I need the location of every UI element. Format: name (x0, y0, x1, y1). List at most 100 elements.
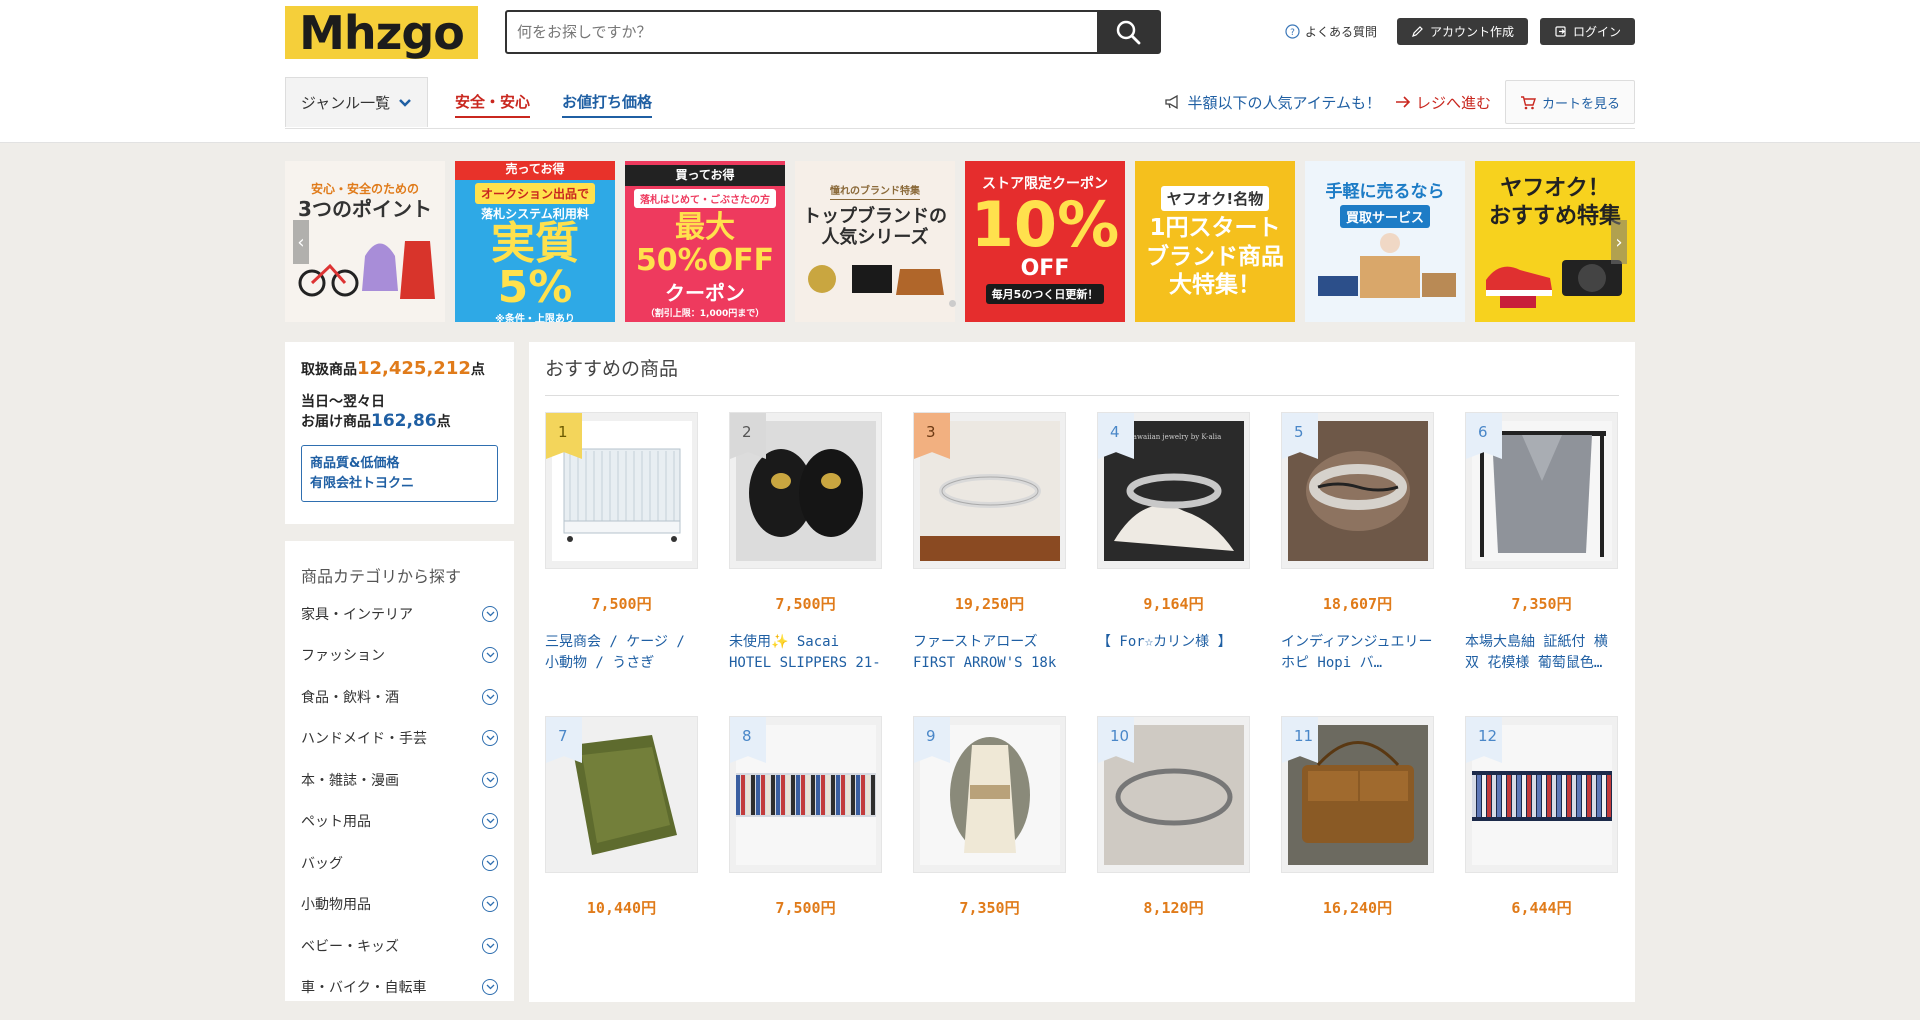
banner-buy-coupon[interactable]: 買ってお得 落札はじめて・ごぶさたの方 最大50%OFF クーポン （割引上限：… (625, 161, 785, 322)
checkout-link[interactable]: レジへ進む (1395, 92, 1491, 113)
product-title-link[interactable]: 未使用✨ Sacai HOTEL SLIPPERS 21-05625 … (729, 632, 882, 674)
company-info-box[interactable]: 商品質&低価格 有限会社トヨクニ (301, 445, 498, 502)
category-item[interactable]: 小動物用品 (301, 884, 498, 926)
view-cart-button[interactable]: カートを見る (1504, 80, 1635, 124)
product-thumbnail[interactable]: 6 (1465, 412, 1618, 569)
svg-text:Hawaiian jewelry by K-alia: Hawaiian jewelry by K-alia (1126, 433, 1221, 441)
product-card[interactable]: 9 7,350円 (913, 716, 1066, 1020)
question-icon: ? (1285, 24, 1300, 39)
banner-text: 毎月5のつく日更新！ (985, 283, 1105, 304)
product-title-link[interactable]: 本場大島紬 証紙付 横双 花模様 葡萄鼠色… (1465, 632, 1618, 674)
nav-discount-link[interactable]: お値打ち価格 (562, 91, 653, 118)
product-thumbnail[interactable]: 10 (1097, 716, 1250, 873)
login-icon (1555, 26, 1566, 37)
faq-label: よくある質問 (1304, 25, 1377, 39)
chevron-down-icon (482, 605, 498, 622)
category-item[interactable]: 食品・飲料・酒 (301, 676, 498, 718)
product-thumbnail[interactable]: 2 (729, 412, 882, 569)
banner-text: 大特集！ (1169, 272, 1261, 299)
cart-icon (1520, 95, 1536, 109)
brand-goods-illustration (808, 264, 944, 295)
banner-top-brands[interactable]: 憧れのブランド特集 トップブランドの 人気シリーズ (795, 161, 955, 322)
product-thumbnail[interactable]: 1 (545, 412, 698, 569)
product-thumbnail[interactable]: 11 (1281, 716, 1434, 873)
search-button[interactable] (1097, 12, 1159, 52)
category-item[interactable]: バッグ (301, 842, 498, 884)
product-card[interactable]: 2 7,500円未使用✨ Sacai HOTEL SLIPPERS 21-0562… (729, 412, 882, 716)
checkout-label: レジへ進む (1415, 93, 1491, 112)
banner-text: 買ってお得 (625, 164, 785, 186)
nav-safe-link[interactable]: 安全・安心 (455, 91, 531, 118)
product-title-link[interactable] (729, 936, 882, 978)
category-item[interactable]: ベビー・キッズ (301, 925, 498, 967)
carousel-prev-arrow[interactable]: ‹ (293, 220, 309, 264)
product-thumbnail[interactable]: 12 (1465, 716, 1618, 873)
product-thumbnail[interactable]: 9 (913, 716, 1066, 873)
product-title-link[interactable] (1097, 936, 1250, 978)
product-card[interactable]: 1 7,500円三晃商会 / ケージ / 小動物 / うさぎ (545, 412, 698, 716)
chevron-down-icon (482, 813, 498, 830)
category-item[interactable]: 家具・インテリア (301, 593, 498, 635)
chevron-down-icon (482, 896, 498, 913)
product-title-link[interactable]: ファーストアローズ FIRST ARROW'S 18k … (913, 632, 1066, 674)
search-input[interactable] (507, 12, 1097, 52)
banner-text: 人気シリーズ (821, 227, 929, 249)
category-item[interactable]: ペット用品 (301, 801, 498, 843)
store-stats-box: 取扱商品12,425,212点 当日〜翌々日 お届け商品162,86点 商品質&… (285, 342, 514, 524)
product-card[interactable]: 7 10,440円 (545, 716, 698, 1020)
pencil-icon (1412, 26, 1423, 37)
product-card[interactable]: 6 7,350円 本場大島紬 証紙付 横双 花模様 葡萄鼠色… (1465, 412, 1618, 716)
genre-list-button[interactable]: ジャンル一覧 (285, 77, 428, 127)
product-card[interactable]: Hawaiian jewelry by K-alia 4 9,164円【 For☆カ… (1097, 412, 1250, 716)
product-thumbnail[interactable]: 5 (1281, 412, 1434, 569)
total-items-count: 12,425,212 (357, 358, 471, 379)
carousel-next-arrow[interactable]: › (1611, 220, 1627, 264)
category-label: 食品・飲料・酒 (301, 689, 399, 706)
nav-right: 半額以下の人気アイテムも！ レジへ進む カートを見る (1164, 80, 1635, 124)
product-price: 7,500円 (591, 595, 652, 613)
category-label: ペット用品 (301, 814, 371, 831)
product-card[interactable]: 3 19,250円ファーストアローズ FIRST ARROW'S 18k … (913, 412, 1066, 716)
logo-text: Mhzgo (299, 5, 465, 60)
product-card[interactable]: 5 18,607円 インディアンジュエリー ホピ Hopi バ… (1281, 412, 1434, 716)
site-logo[interactable]: Mhzgo (285, 5, 478, 60)
svg-text:?: ? (1290, 28, 1295, 38)
create-account-button[interactable]: アカウント作成 (1396, 18, 1528, 45)
product-price: 7,500円 (775, 595, 836, 613)
half-price-promo-link[interactable]: 半額以下の人気アイテムも！ (1164, 92, 1381, 113)
product-thumbnail[interactable]: 8 (729, 716, 882, 873)
product-title-link[interactable]: 三晃商会 / ケージ / 小動物 / うさぎ (545, 632, 698, 674)
banner-1yen-start[interactable]: ヤフオク!名物 1円スタート ブランド商品 大特集！ (1135, 161, 1295, 322)
product-thumbnail[interactable]: 3 (913, 412, 1066, 569)
category-item[interactable]: 本・雑誌・漫画 (301, 759, 498, 801)
product-card[interactable]: 8 7,500円 (729, 716, 882, 1020)
product-title-link[interactable] (913, 936, 1066, 978)
product-title-link[interactable] (545, 936, 698, 978)
product-thumbnail[interactable]: 7 (545, 716, 698, 873)
banner-sell-5percent[interactable]: 売ってお得 オークション出品で 落札システム利用料 実質5% ※条件・上限あり (455, 161, 615, 322)
product-price: 8,120円 (1143, 899, 1204, 917)
login-button[interactable]: ログイン (1539, 18, 1635, 45)
product-title-link[interactable] (1281, 936, 1434, 978)
product-card[interactable]: 12 6,444円 (1465, 716, 1618, 1020)
category-item[interactable]: ファッション (301, 635, 498, 677)
banner-safety-points[interactable]: 安心・安全のための 3つのポイント (285, 161, 445, 322)
company-name: 有限会社トヨクニ (310, 475, 415, 491)
category-title: 商品カテゴリから探す (301, 567, 462, 586)
category-item[interactable]: ハンドメイド・手芸 (301, 718, 498, 760)
faq-link[interactable]: ? よくある質問 (1285, 23, 1377, 40)
product-title-link[interactable] (1465, 936, 1618, 978)
product-thumbnail[interactable]: Hawaiian jewelry by K-alia 4 (1097, 412, 1250, 569)
product-card[interactable]: 11 16,240円 (1281, 716, 1434, 1020)
banner-text: 憧れのブランド特集 (830, 186, 920, 200)
carousel-dot[interactable] (949, 300, 956, 307)
banner-buyback-service[interactable]: 手軽に売るなら 買取サービス (1305, 161, 1465, 322)
product-title-link[interactable]: インディアンジュエリー ホピ Hopi バ… (1281, 632, 1434, 674)
category-item[interactable]: 車・バイク・自転車 (301, 967, 498, 1009)
product-card[interactable]: 10 8,120円 (1097, 716, 1250, 1020)
product-price: 19,250円 (954, 595, 1025, 613)
product-price: 10,440円 (586, 899, 657, 917)
banner-store-coupon[interactable]: ストア限定クーポン 10% OFF 毎月5のつく日更新！ (965, 161, 1125, 322)
unit-label: 点 (436, 414, 451, 430)
product-title-link[interactable]: 【 For☆カリン様 】 (1097, 632, 1250, 674)
